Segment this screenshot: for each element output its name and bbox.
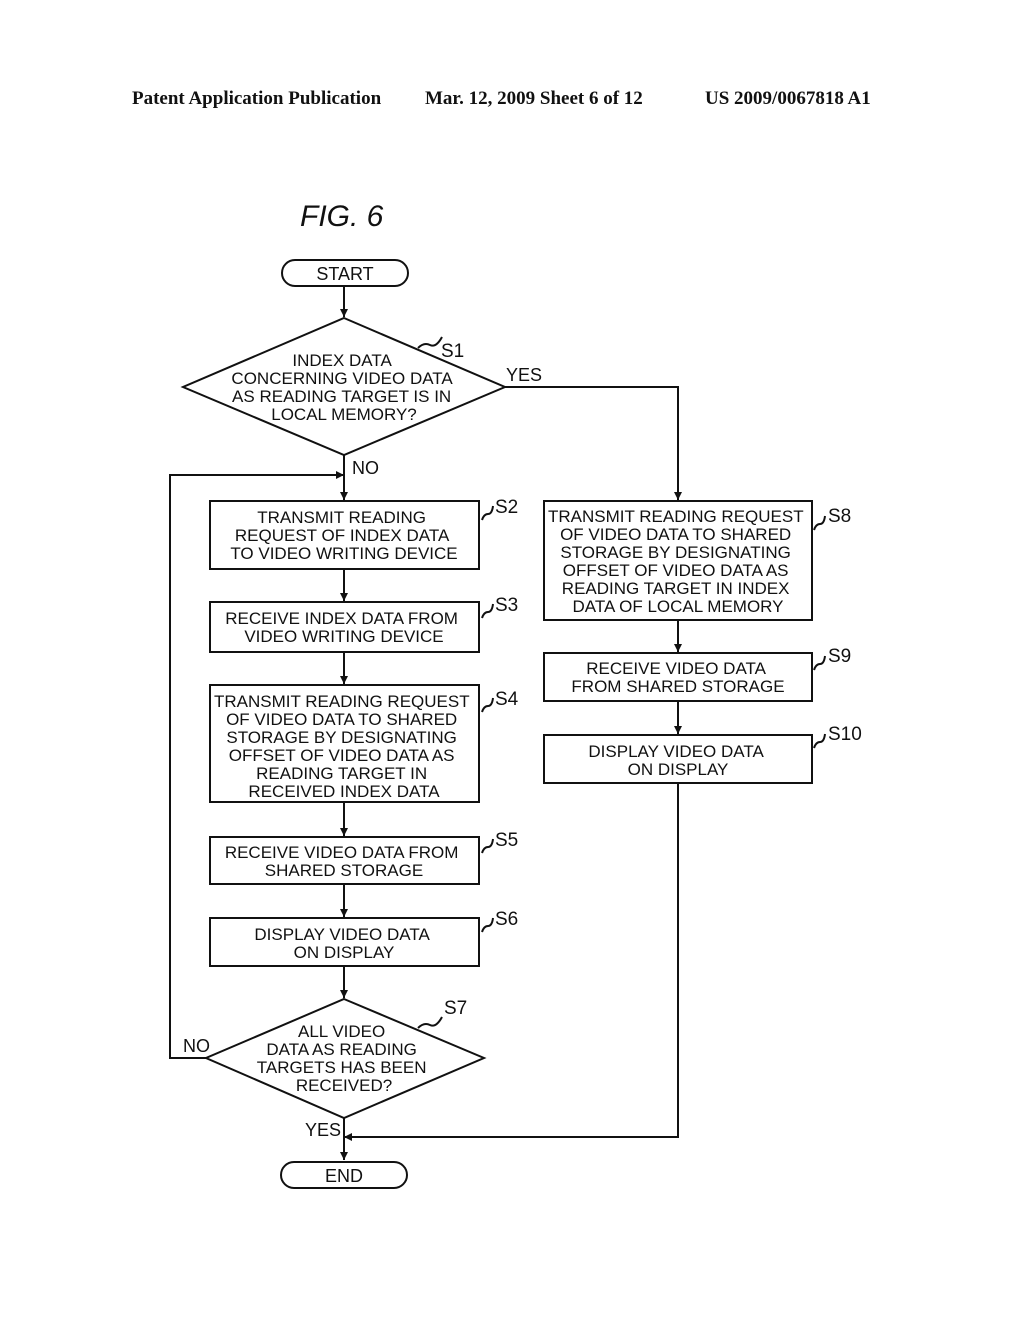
s10-leader xyxy=(813,733,826,749)
process-s9-text: RECEIVE VIDEO DATA FROM SHARED STORAGE xyxy=(571,659,784,696)
s4-leader xyxy=(481,697,494,713)
s5-ref: S5 xyxy=(495,830,518,851)
process-s4: TRANSMIT READING REQUEST OF VIDEO DATA T… xyxy=(209,684,480,803)
s3-ref: S3 xyxy=(495,595,518,616)
s9-leader xyxy=(813,655,826,671)
s8-ref: S8 xyxy=(828,506,851,527)
s2-leader xyxy=(481,505,494,521)
s7-ref: S7 xyxy=(444,998,467,1019)
decision-s7: ALL VIDEO DATA AS READING TARGETS HAS BE… xyxy=(203,997,487,1120)
s6-leader xyxy=(481,917,494,933)
s3-leader xyxy=(481,603,494,619)
process-s2-text: TRANSMIT READING REQUEST OF INDEX DATA T… xyxy=(230,508,457,563)
s1-no-label: NO xyxy=(352,458,379,478)
s7-yes-label: YES xyxy=(305,1120,341,1140)
process-s8: TRANSMIT READING REQUEST OF VIDEO DATA T… xyxy=(543,500,813,621)
s7-no-label: NO xyxy=(183,1036,210,1056)
edge-s1-yes-s8 xyxy=(505,386,682,500)
decision-s1: INDEX DATA CONCERNING VIDEO DATA AS READ… xyxy=(180,316,508,457)
s5-leader xyxy=(481,838,494,854)
flowchart: START END INDEX DATA CONCERNING VIDEO DA… xyxy=(169,259,862,1189)
start-label: START xyxy=(316,264,373,284)
end-label: END xyxy=(325,1166,363,1186)
s10-ref: S10 xyxy=(828,724,862,745)
process-s9: RECEIVE VIDEO DATA FROM SHARED STORAGE xyxy=(543,652,813,702)
process-s2: TRANSMIT READING REQUEST OF INDEX DATA T… xyxy=(209,500,480,570)
s1-yes-label: YES xyxy=(506,365,542,385)
process-s3-text: RECEIVE INDEX DATA FROM VIDEO WRITING DE… xyxy=(225,609,462,646)
process-s6: DISPLAY VIDEO DATA ON DISPLAY xyxy=(209,917,480,967)
s4-ref: S4 xyxy=(495,689,519,710)
s6-ref: S6 xyxy=(495,909,518,930)
s8-leader xyxy=(813,515,826,531)
s2-ref: S2 xyxy=(495,497,518,518)
process-s4-text: TRANSMIT READING REQUEST OF VIDEO DATA T… xyxy=(214,692,474,801)
process-s5: RECEIVE VIDEO DATA FROM SHARED STORAGE xyxy=(209,836,480,885)
s7-leader xyxy=(417,1016,443,1029)
s1-ref: S1 xyxy=(441,341,464,362)
end-terminal: END xyxy=(280,1161,408,1189)
process-s8-text: TRANSMIT READING REQUEST OF VIDEO DATA T… xyxy=(548,507,808,616)
start-terminal: START xyxy=(281,259,409,287)
process-s3: RECEIVE INDEX DATA FROM VIDEO WRITING DE… xyxy=(209,601,480,653)
s9-ref: S9 xyxy=(828,646,851,667)
s1-leader xyxy=(417,336,443,349)
process-s10: DISPLAY VIDEO DATA ON DISPLAY xyxy=(543,734,813,784)
